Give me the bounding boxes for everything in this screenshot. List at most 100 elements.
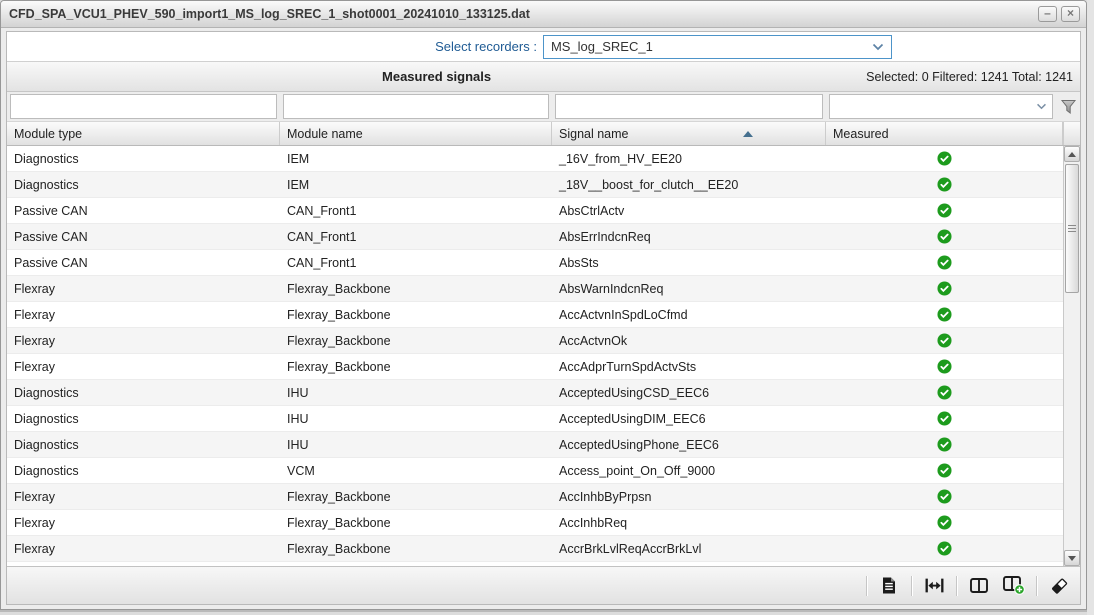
- cell-signal-name: AbsCtrlActv: [552, 204, 826, 218]
- table-row[interactable]: Diagnostics IHU AcceptedUsingPhone_EEC6: [7, 432, 1063, 458]
- column-header-module-name[interactable]: Module name: [280, 122, 552, 145]
- thumb-grip: [1068, 228, 1076, 229]
- cell-module-name: CAN_Front1: [280, 204, 552, 218]
- cell-signal-name: _18V__boost_for_clutch__EE20: [552, 178, 826, 192]
- columns-icon: [970, 578, 988, 593]
- table-row[interactable]: Flexray Flexray_Backbone AccrBrkLvlReqAc…: [7, 536, 1063, 562]
- export-document-button[interactable]: [876, 573, 902, 599]
- table-row[interactable]: Flexray Flexray_Backbone AccActvnInSpdLo…: [7, 302, 1063, 328]
- toolbar-separator: [911, 576, 912, 596]
- content-panel: Select recorders : MS_log_SREC_1 Measure…: [6, 31, 1081, 605]
- toolbar-separator: [866, 576, 867, 596]
- cell-measured: [826, 333, 1063, 348]
- column-header-signal-name[interactable]: Signal name: [552, 122, 826, 145]
- filter-cell-module-type: [7, 92, 280, 121]
- cell-module-type: Flexray: [7, 308, 280, 322]
- filter-cell-measured: [826, 92, 1056, 121]
- recorders-dropdown[interactable]: MS_log_SREC_1: [543, 35, 892, 59]
- cell-measured: [826, 489, 1063, 504]
- recorders-dropdown-value: MS_log_SREC_1: [551, 39, 872, 54]
- cell-module-name: IHU: [280, 386, 552, 400]
- fit-width-icon: [925, 578, 944, 593]
- table-row[interactable]: Flexray Flexray_Backbone AbsWarnIndcnReq: [7, 276, 1063, 302]
- table-row[interactable]: Flexray Flexray_Backbone AccInhbReq: [7, 510, 1063, 536]
- filter-button[interactable]: [1056, 99, 1080, 115]
- cell-module-name: CAN_Front1: [280, 230, 552, 244]
- cell-signal-name: Access_point_On_Off_9000: [552, 464, 826, 478]
- cell-measured: [826, 385, 1063, 400]
- measured-check-icon: [937, 177, 952, 192]
- scroll-up-button[interactable]: [1064, 146, 1080, 162]
- cell-module-name: IEM: [280, 152, 552, 166]
- column-label: Module type: [14, 127, 82, 141]
- measured-check-icon: [937, 359, 952, 374]
- eraser-icon: [1051, 578, 1068, 594]
- table-row[interactable]: Flexray Flexray_Backbone AccInhbByPrpsn: [7, 484, 1063, 510]
- vertical-scrollbar[interactable]: [1063, 146, 1080, 566]
- module-type-filter-input[interactable]: [10, 94, 277, 119]
- cell-module-type: Diagnostics: [7, 464, 280, 478]
- cell-module-type: Diagnostics: [7, 386, 280, 400]
- close-button[interactable]: ×: [1061, 6, 1080, 22]
- cell-module-name: Flexray_Backbone: [280, 282, 552, 296]
- table-row[interactable]: Passive CAN CAN_Front1 AbsCtrlActv: [7, 198, 1063, 224]
- table-row[interactable]: Diagnostics IHU AcceptedUsingDIM_EEC6: [7, 406, 1063, 432]
- screen: CFD_SPA_VCU1_PHEV_590_import1_MS_log_SRE…: [0, 0, 1094, 615]
- toolbar-separator: [1036, 576, 1037, 596]
- minimize-button[interactable]: –: [1038, 6, 1057, 22]
- scroll-down-button[interactable]: [1064, 550, 1080, 566]
- table-row[interactable]: Passive CAN CAN_Front1 AbsSts: [7, 250, 1063, 276]
- module-name-filter-input[interactable]: [283, 94, 549, 119]
- cell-module-name: IEM: [280, 178, 552, 192]
- cell-module-name: VCM: [280, 464, 552, 478]
- column-label: Module name: [287, 127, 363, 141]
- table-row[interactable]: Flexray Flexray_Backbone AccAdprTurnSpdA…: [7, 354, 1063, 380]
- table-row[interactable]: Diagnostics IHU AcceptedUsingCSD_EEC6: [7, 380, 1063, 406]
- column-label: Measured: [833, 127, 889, 141]
- measured-filter-dropdown[interactable]: [829, 94, 1053, 119]
- cell-measured: [826, 281, 1063, 296]
- cell-signal-name: AcceptedUsingPhone_EEC6: [552, 438, 826, 452]
- table-row[interactable]: Diagnostics IEM _16V_from_HV_EE20: [7, 146, 1063, 172]
- table-row-partial[interactable]: [7, 562, 1063, 566]
- cell-measured: [826, 411, 1063, 426]
- column-header-module-type[interactable]: Module type: [7, 122, 280, 145]
- column-header-measured[interactable]: Measured: [826, 122, 1063, 145]
- cell-measured: [826, 151, 1063, 166]
- cell-signal-name: AbsSts: [552, 256, 826, 270]
- measured-check-icon: [937, 515, 952, 530]
- signal-name-filter-input[interactable]: [555, 94, 823, 119]
- measured-check-icon: [937, 541, 952, 556]
- cell-signal-name: AcceptedUsingDIM_EEC6: [552, 412, 826, 426]
- fit-column-width-button[interactable]: [921, 573, 947, 599]
- cell-module-type: Diagnostics: [7, 178, 280, 192]
- measured-check-icon: [937, 203, 952, 218]
- table-row[interactable]: Diagnostics VCM Access_point_On_Off_9000: [7, 458, 1063, 484]
- recorder-group: Select recorders : MS_log_SREC_1: [435, 35, 892, 59]
- triangle-down-icon: [1068, 556, 1076, 561]
- table-header: Module type Module name Signal name Meas…: [7, 122, 1080, 146]
- filter-cell-module-name: [280, 92, 552, 121]
- table-row[interactable]: Flexray Flexray_Backbone AccActvnOk: [7, 328, 1063, 354]
- add-column-icon: [1003, 576, 1025, 595]
- cell-module-name: Flexray_Backbone: [280, 516, 552, 530]
- split-columns-button[interactable]: [966, 573, 992, 599]
- scrollbar-thumb[interactable]: [1065, 164, 1079, 293]
- cell-module-name: IHU: [280, 438, 552, 452]
- table-row[interactable]: Diagnostics IEM _18V__boost_for_clutch__…: [7, 172, 1063, 198]
- title-bar[interactable]: CFD_SPA_VCU1_PHEV_590_import1_MS_log_SRE…: [1, 1, 1086, 28]
- cell-module-type: Flexray: [7, 282, 280, 296]
- cell-signal-name: AccInhbReq: [552, 516, 826, 530]
- clear-filter-button[interactable]: [1046, 573, 1072, 599]
- table-row[interactable]: Passive CAN CAN_Front1 AbsErrIndcnReq: [7, 224, 1063, 250]
- cell-measured: [826, 307, 1063, 322]
- cell-measured: [826, 463, 1063, 478]
- signals-header: Measured signals Selected: 0 Filtered: 1…: [7, 61, 1080, 92]
- filter-row: [7, 92, 1080, 122]
- cell-measured: [826, 203, 1063, 218]
- cell-signal-name: AccAdprTurnSpdActvSts: [552, 360, 826, 374]
- add-column-button[interactable]: [1001, 573, 1027, 599]
- header-scroll-spacer: [1063, 122, 1080, 145]
- cell-signal-name: _16V_from_HV_EE20: [552, 152, 826, 166]
- cell-module-type: Flexray: [7, 542, 280, 556]
